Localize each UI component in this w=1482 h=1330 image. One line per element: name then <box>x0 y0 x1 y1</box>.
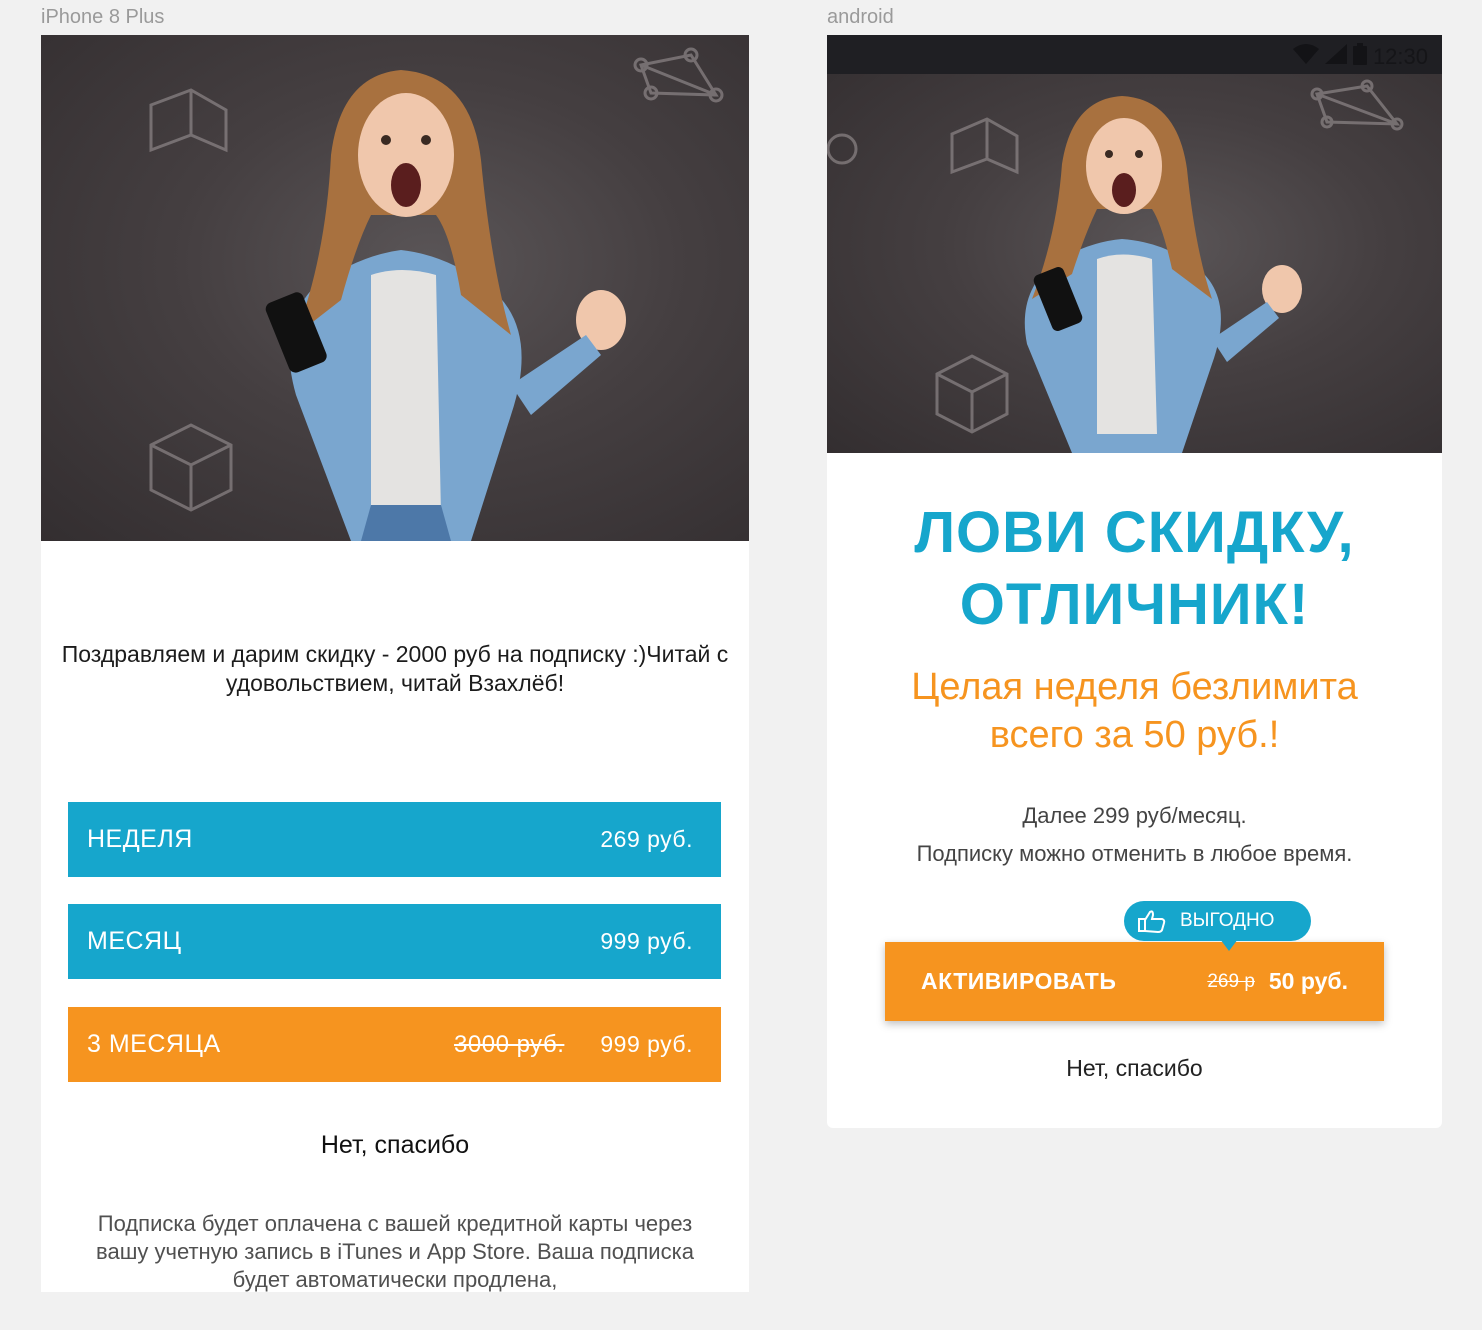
badge-tail <box>1220 939 1238 951</box>
legal-text: Подписка будет оплачена с вашей кредитно… <box>96 1211 694 1292</box>
plan-name: МЕСЯЦ <box>87 927 182 955</box>
plan-price: 269 руб. <box>600 826 693 852</box>
hero-photo-illustration <box>149 47 724 541</box>
activate-new-price: 50 руб. <box>1268 968 1348 994</box>
promo-title-line1: ЛОВИ СКИДКУ, <box>914 500 1355 565</box>
promo-note: Далее 299 руб/месяц. Подписку можно отме… <box>827 797 1442 873</box>
plan-3-months-button[interactable]: 3 МЕСЯЦА 3000 руб. 999 руб. <box>68 1007 721 1082</box>
plan-month-button[interactable]: МЕСЯЦ 999 руб. <box>68 904 721 979</box>
hero-photo <box>41 35 749 541</box>
plan-price: 999 руб. <box>600 928 693 954</box>
hero-photo <box>827 74 1442 453</box>
promo-title: ЛОВИ СКИДКУ, ОТЛИЧНИК! <box>827 497 1442 641</box>
promo-subtitle-line1: Целая неделя безлимита <box>911 666 1358 708</box>
wifi-icon <box>1292 44 1319 69</box>
status-time: 12:30 <box>1372 43 1428 69</box>
decline-button[interactable]: Нет, спасибо <box>41 1131 749 1160</box>
badge-label: ВЫГОДНО <box>1180 910 1275 931</box>
best-value-badge: ВЫГОДНО <box>1124 901 1311 951</box>
plan-name: 3 МЕСЯЦА <box>87 1030 221 1058</box>
activate-old-price: 269 р <box>1207 970 1255 992</box>
status-bar: 12:30 <box>827 35 1442 74</box>
promo-title-line2: ОТЛИЧНИК! <box>959 572 1310 637</box>
promo-subtitle: Целая неделя безлимита всего за 50 руб.! <box>827 663 1442 759</box>
promo-note-line2: Подписку можно отменить в любое время. <box>916 841 1353 866</box>
thumbs-up-icon <box>1138 909 1166 933</box>
ios-screen: Поздравляем и дарим скидку - 2000 руб на… <box>41 35 749 1292</box>
plan-old-price: 3000 руб. <box>454 1030 565 1058</box>
android-frame-label: android <box>827 6 894 28</box>
plan-name: НЕДЕЛЯ <box>87 825 193 853</box>
signal-icon <box>1324 44 1347 69</box>
plan-week-button[interactable]: НЕДЕЛЯ 269 руб. <box>68 802 721 877</box>
hero-photo-illustration <box>827 79 1404 453</box>
promo-subtitle-line2: всего за 50 руб.! <box>989 714 1280 756</box>
activate-button[interactable]: АКТИВИРОВАТЬ 269 р 50 руб. <box>885 942 1384 1021</box>
battery-icon <box>1352 43 1367 70</box>
decline-button[interactable]: Нет, спасибо <box>827 1055 1442 1082</box>
promo-note-line1: Далее 299 руб/месяц. <box>1022 803 1247 828</box>
android-screen: 12:30 ЛОВИ СКИДКУ, ОТЛИЧНИК! Целая недел… <box>827 35 1442 1128</box>
congrats-text: Поздравляем и дарим скидку - 2000 руб на… <box>61 641 729 696</box>
plan-price: 999 руб. <box>600 1031 693 1057</box>
ios-frame-label: iPhone 8 Plus <box>41 6 165 28</box>
activate-label: АКТИВИРОВАТЬ <box>921 968 1117 994</box>
